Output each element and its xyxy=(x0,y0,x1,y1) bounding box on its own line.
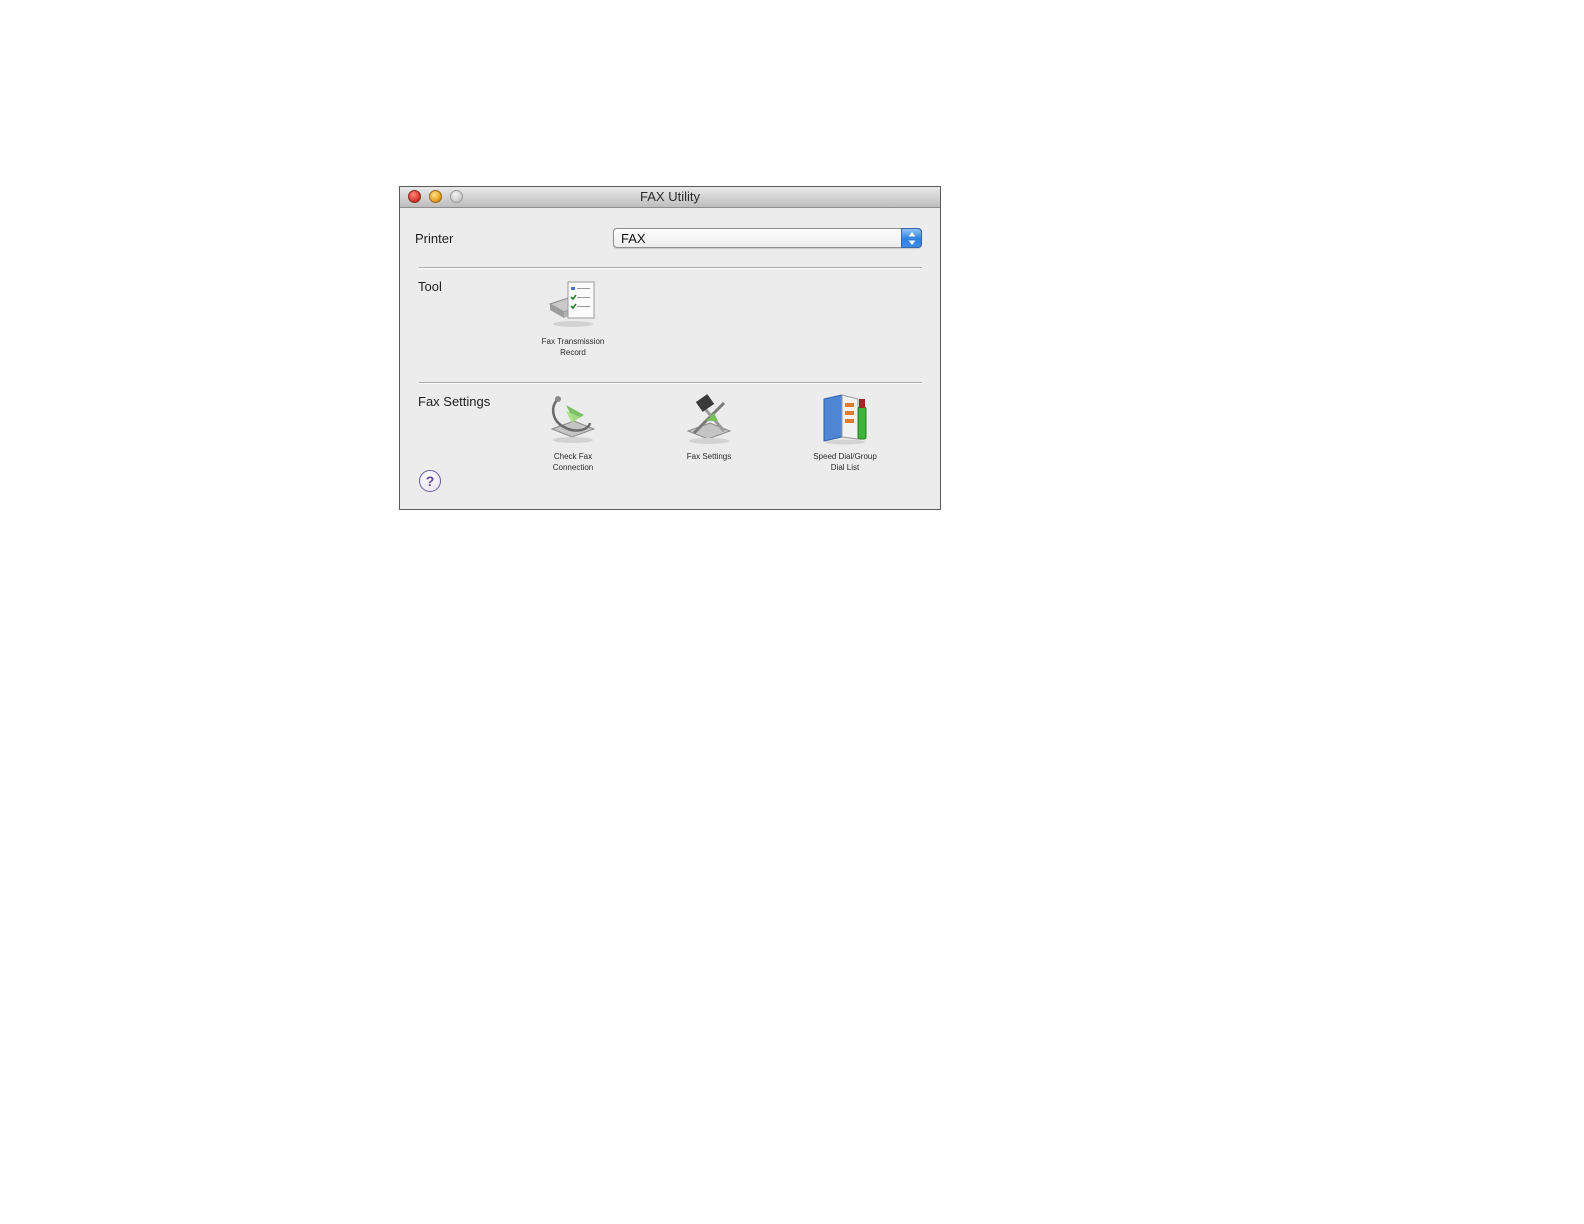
fax-settings-icon xyxy=(686,394,732,444)
fax-transmission-record-label: Fax Transmission Record xyxy=(541,337,605,357)
fax-settings-section-label: Fax Settings xyxy=(418,394,491,409)
help-icon: ? xyxy=(425,473,435,489)
check-fax-connection-label: Check Fax Connection xyxy=(552,452,594,472)
help-button[interactable]: ? xyxy=(419,470,441,492)
printer-select-value: FAX xyxy=(621,231,646,246)
section-divider xyxy=(419,267,922,269)
section-divider xyxy=(419,382,922,384)
printer-select[interactable]: FAX xyxy=(613,228,922,248)
check-fax-connection-icon xyxy=(550,396,596,443)
fax-settings-label: Fax Settings xyxy=(686,452,732,461)
fax-transmission-record-icon xyxy=(548,281,595,327)
check-fax-connection-button[interactable]: Check Fax Connection xyxy=(527,391,619,473)
fax-settings-button[interactable]: Fax Settings xyxy=(663,391,755,462)
printer-label: Printer xyxy=(415,231,454,246)
speed-dial-group-dial-list-button[interactable]: Speed Dial/Group Dial List xyxy=(799,391,891,473)
tool-section-label: Tool xyxy=(418,279,442,294)
fax-utility-window: FAX Utility Printer FAX Tool Fax Transmi… xyxy=(399,186,941,510)
fax-transmission-record-button[interactable]: Fax Transmission Record xyxy=(527,276,619,358)
select-arrows-icon xyxy=(901,228,922,248)
speed-dial-group-dial-list-label: Speed Dial/Group Dial List xyxy=(813,452,877,472)
title-bar[interactable]: FAX Utility xyxy=(400,187,940,208)
speed-dial-list-icon xyxy=(823,394,867,445)
window-title: FAX Utility xyxy=(640,189,700,204)
